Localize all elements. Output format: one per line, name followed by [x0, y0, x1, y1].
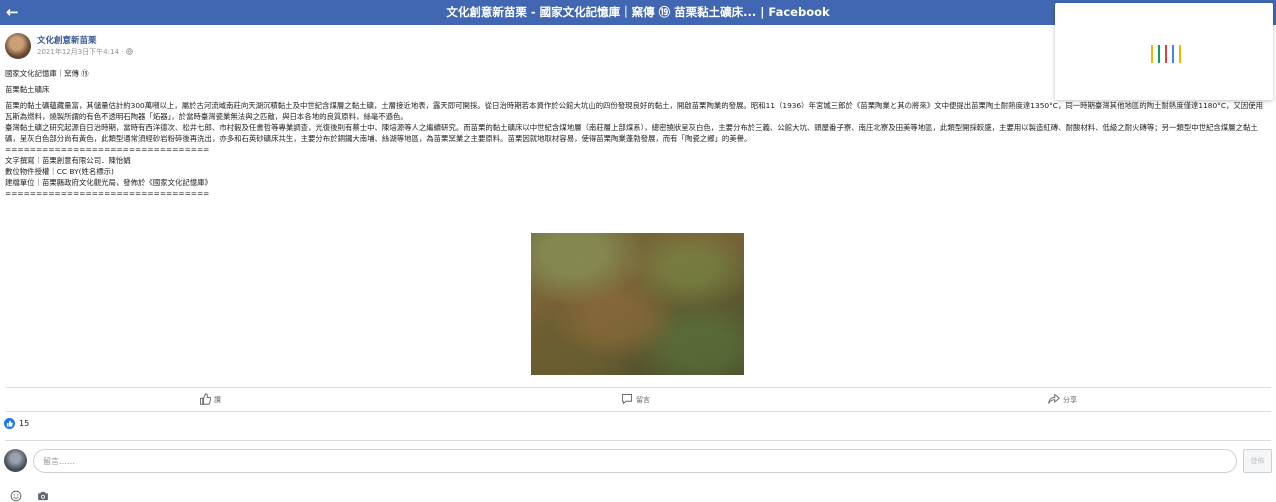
post-comment-button[interactable]: 發佈: [1243, 449, 1272, 473]
like-count: 15: [19, 419, 30, 428]
like-label: 讚: [214, 396, 221, 404]
smiley-icon[interactable]: [10, 487, 22, 502]
share-arrow-icon: [1048, 393, 1063, 407]
separator-line: =================================: [5, 145, 210, 154]
credit-line: 文字撰寫｜苗栗創意有限公司．陳怡娟: [5, 156, 131, 165]
reaction-summary[interactable]: 15: [4, 418, 29, 429]
loading-bar: [1172, 45, 1174, 63]
comment-button[interactable]: 留言: [621, 393, 650, 407]
comment-label: 留言: [636, 396, 650, 404]
post-paragraph: 臺灣黏土礦之研究起源自日治時期，當時有西洋德次、松井七郎、市村毅及任書哲等專業調…: [5, 123, 1258, 143]
comment-input[interactable]: [33, 449, 1237, 473]
post-subheading: 苗栗黏土礦床: [5, 85, 50, 94]
post-body: 國家文化記憶庫｜窯傳 ⑲ 苗栗黏土礦床 苗栗的黏土礦蘊藏量富，其儲量估計約300…: [5, 68, 1267, 199]
post-timestamp[interactable]: 2021年12月3日下午4:14 ·: [37, 47, 133, 57]
divider: [5, 411, 1271, 412]
post-heading: 國家文化記憶庫｜窯傳 ⑲: [5, 69, 89, 78]
separator-line: =================================: [5, 189, 210, 198]
loading-bar: [1158, 45, 1160, 63]
share-button[interactable]: 分享: [1048, 393, 1077, 407]
archive-line: 建檔單位｜苗栗縣政府文化觀光局，發佈於《國家文化記憶庫》: [5, 178, 212, 187]
post-paragraph: 苗栗的黏土礦蘊藏量富，其儲量估計約300萬噸以上，屬於古河流域南莊向天湖沉積黏土…: [5, 101, 1263, 121]
loading-bar: [1179, 45, 1181, 63]
loading-bar: [1165, 45, 1167, 63]
like-badge-icon: [4, 418, 15, 429]
thumbs-up-icon: [199, 393, 214, 407]
commenter-avatar: [4, 449, 27, 472]
share-label: 分享: [1063, 396, 1077, 404]
speech-bubble-icon: [621, 393, 636, 407]
globe-icon: [125, 48, 133, 57]
divider: [5, 387, 1271, 388]
page-avatar[interactable]: [5, 33, 31, 59]
page-name-link[interactable]: 文化創意新苗栗: [37, 34, 97, 46]
loading-bar: [1151, 45, 1153, 63]
camera-icon[interactable]: [37, 487, 49, 502]
post-photo[interactable]: [531, 233, 744, 375]
like-button[interactable]: 讚: [199, 393, 221, 407]
timestamp-text: 2021年12月3日下午4:14 ·: [37, 48, 126, 56]
license-line: 數位物件授權｜CC BY(姓名標示): [5, 167, 114, 176]
divider: [5, 440, 1271, 441]
